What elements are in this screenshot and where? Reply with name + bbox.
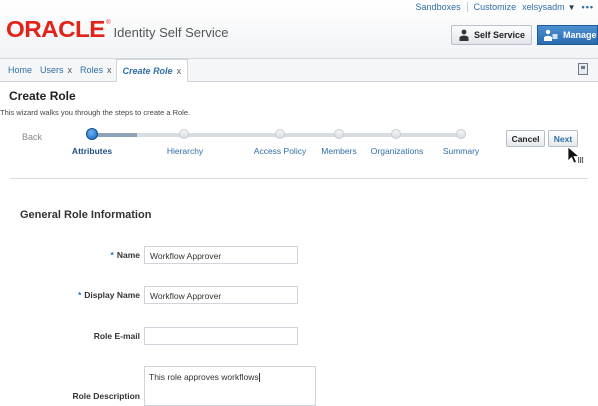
- self-service-button[interactable]: Self Service: [451, 25, 532, 45]
- tab-label: Create Role: [122, 65, 173, 76]
- sandboxes-link[interactable]: Sandboxes: [416, 2, 461, 12]
- logo-wordmark: ORACLE: [6, 16, 105, 42]
- display-name-label: * Display Name: [10, 290, 140, 300]
- train-stop-attributes[interactable]: [86, 128, 98, 140]
- oracle-logo: ORACLE ® Identity Self Service: [6, 16, 229, 42]
- description-text: This role approves workflows: [149, 372, 259, 382]
- tab-users[interactable]: Users x: [36, 59, 76, 81]
- close-icon[interactable]: x: [68, 65, 73, 75]
- manage-label: Manage: [563, 30, 597, 40]
- user-menu[interactable]: xelsysadm ▼: [522, 2, 575, 12]
- train-progress: [96, 133, 137, 137]
- tab-roles[interactable]: Roles x: [76, 59, 116, 81]
- display-name-field[interactable]: Workflow Approver: [144, 286, 298, 304]
- label-text: Display Name: [84, 290, 140, 300]
- train-stop-hierarchy[interactable]: [179, 129, 189, 139]
- close-icon[interactable]: x: [177, 66, 182, 76]
- step-label[interactable]: Attributes: [72, 146, 112, 156]
- train-stop-organizations[interactable]: [391, 129, 401, 139]
- close-icon[interactable]: x: [107, 65, 112, 75]
- section-title: General Role Information: [20, 209, 152, 221]
- tab-list: Home Users x Roles x Create Role x: [4, 59, 189, 82]
- name-label: * Name: [10, 250, 140, 260]
- step-label[interactable]: Hierarchy: [167, 146, 203, 156]
- page-title: Create Role: [9, 89, 76, 103]
- tab-label: Users: [40, 65, 64, 75]
- section-divider: [10, 178, 588, 179]
- product-name: Identity Self Service: [113, 25, 229, 40]
- next-button[interactable]: Next: [548, 130, 578, 147]
- tab-options-icon[interactable]: [578, 63, 588, 75]
- step-label[interactable]: Access Policy: [254, 146, 306, 156]
- more-menu-icon[interactable]: •••: [582, 2, 594, 12]
- chevron-down-icon: ▼: [567, 2, 576, 12]
- label-text: Name: [116, 250, 140, 260]
- step-label[interactable]: Members: [321, 146, 356, 156]
- description-field[interactable]: This role approves workflows: [144, 366, 316, 406]
- person-icon: [459, 29, 469, 41]
- step-label[interactable]: Organizations: [371, 146, 423, 156]
- tab-label: Roles: [80, 65, 104, 75]
- text-caret: [258, 373, 260, 383]
- name-field[interactable]: Workflow Approver: [144, 246, 298, 264]
- link-separator: [466, 2, 468, 12]
- top-header: Sandboxes Customize xelsysadm ▼ ••• ORAC…: [0, 0, 598, 59]
- customize-link[interactable]: Customize: [474, 2, 517, 12]
- page-description: This wizard walks you through the steps …: [0, 108, 191, 117]
- required-marker: *: [77, 290, 82, 300]
- train-stop-access-policy[interactable]: [275, 129, 285, 139]
- description-label: Role Description: [72, 391, 140, 401]
- registered-mark: ®: [106, 20, 111, 26]
- step-label[interactable]: Summary: [443, 146, 479, 156]
- cancel-button[interactable]: Cancel: [506, 130, 545, 147]
- manage-icon: [544, 29, 558, 41]
- manage-button[interactable]: Manage: [537, 25, 598, 45]
- tab-bar: Home Users x Roles x Create Role x: [0, 59, 598, 82]
- tab-create-role[interactable]: Create Role x: [115, 59, 189, 82]
- tab-home[interactable]: Home: [4, 59, 36, 81]
- train-stop-members[interactable]: [334, 129, 344, 139]
- global-links: Sandboxes Customize xelsysadm ▼ •••: [416, 0, 594, 14]
- user-name: xelsysadm: [522, 2, 565, 12]
- self-service-label: Self Service: [474, 30, 526, 40]
- required-marker: *: [110, 250, 114, 260]
- email-label: Role E-mail: [93, 331, 140, 341]
- tab-label: Home: [8, 65, 33, 75]
- email-field[interactable]: [144, 327, 298, 345]
- train-stop-summary[interactable]: [456, 129, 466, 139]
- mouse-cursor-icon: [567, 146, 584, 164]
